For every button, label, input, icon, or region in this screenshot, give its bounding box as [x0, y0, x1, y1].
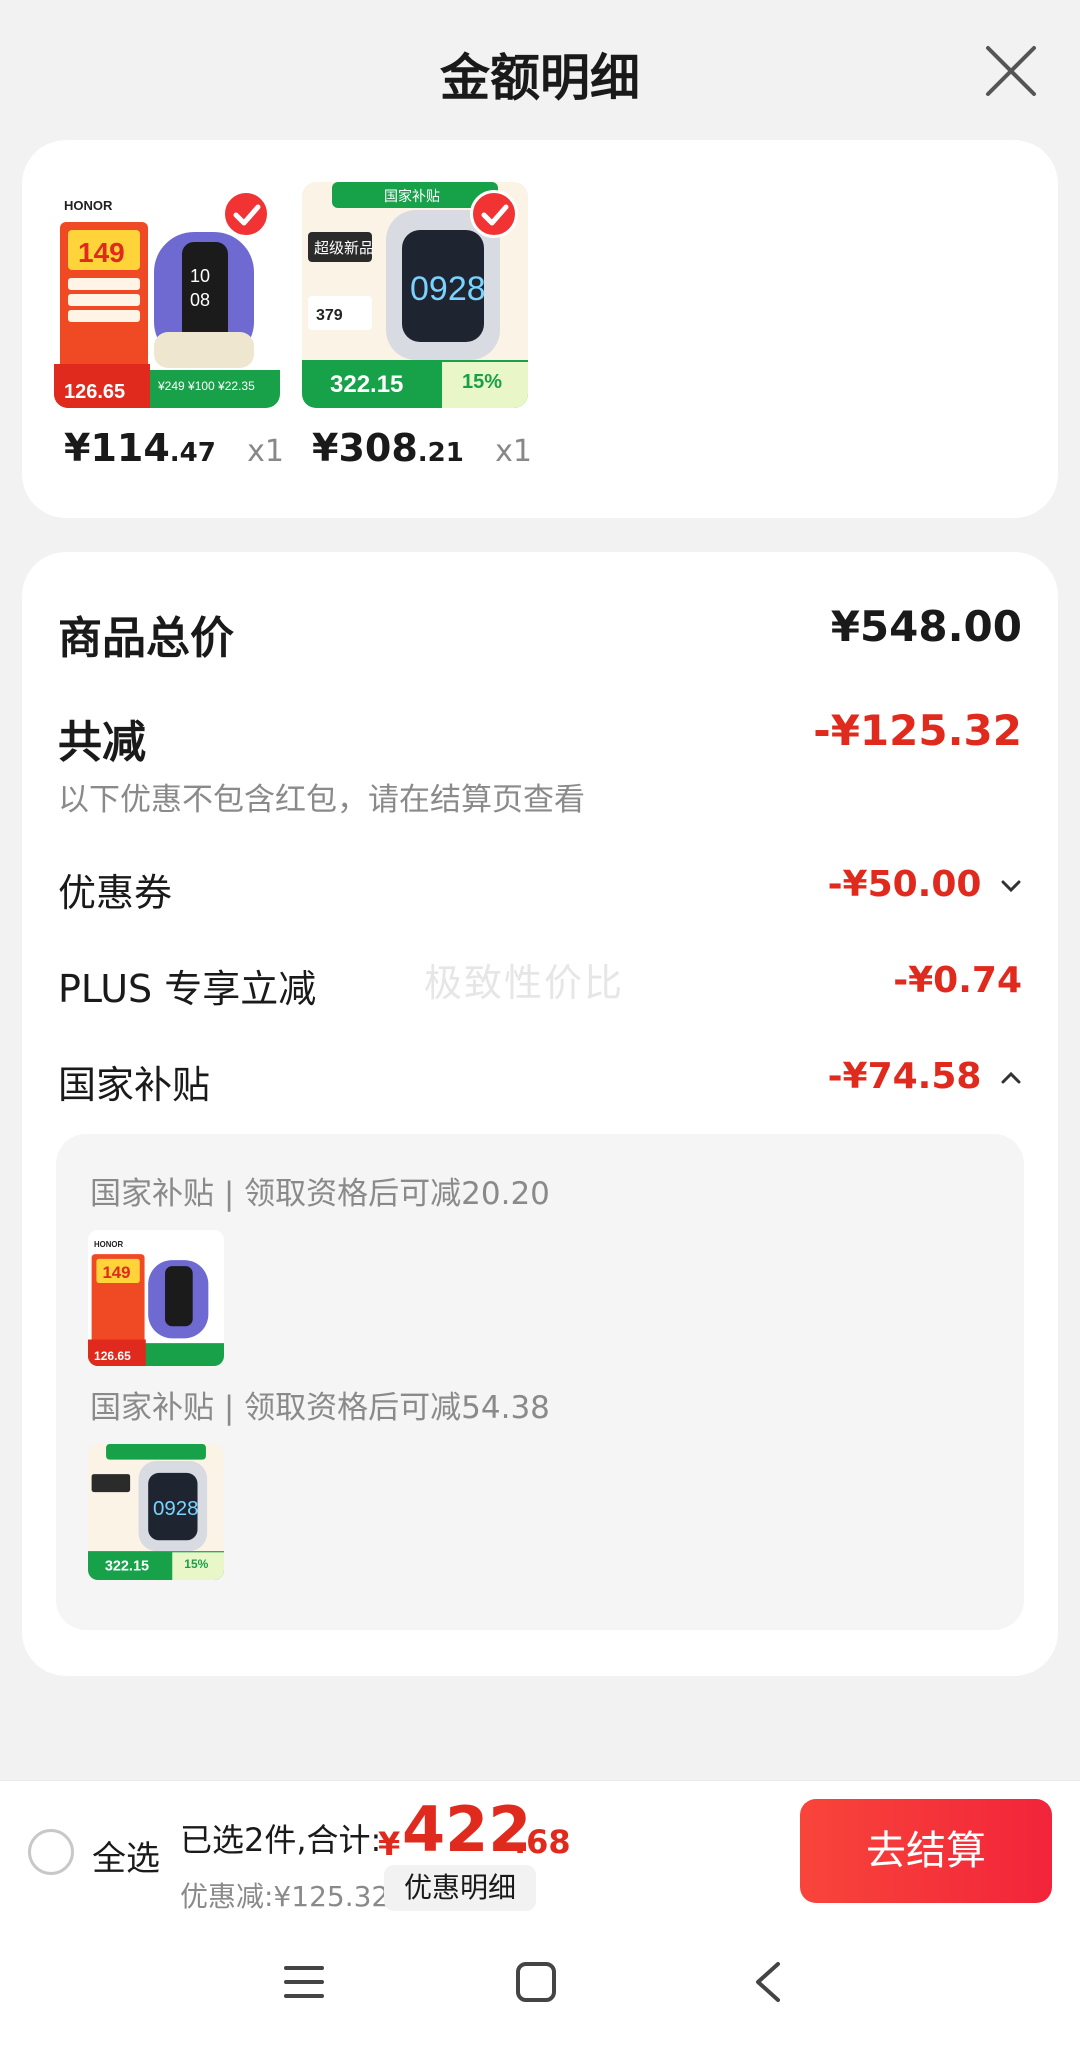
- system-nav-bar: [0, 1920, 1080, 2052]
- chevron-up-icon[interactable]: [1000, 1071, 1022, 1085]
- coupon-row[interactable]: 优惠券 -¥50.00: [58, 862, 1022, 917]
- svg-text:322.15: 322.15: [105, 1558, 149, 1574]
- close-icon[interactable]: [980, 40, 1042, 102]
- product-quantity: x1: [247, 434, 284, 469]
- total-amount-integer: 422: [402, 1793, 532, 1866]
- subsidy-product-thumbnail: HONOR 149 126.65: [88, 1230, 224, 1366]
- svg-text:08: 08: [190, 290, 210, 310]
- amount-detail-sheet: 金额明细 HONOR 149 10 08 126.65 ¥249 ¥100 ¥2…: [0, 0, 1080, 1780]
- reduction-note: 以下优惠不包含红包，请在结算页查看: [58, 774, 1022, 819]
- svg-text:HONOR: HONOR: [94, 1240, 123, 1249]
- svg-text:379: 379: [316, 307, 343, 324]
- reduction-note-text: 以下优惠不包含红包，请在结算页查看: [58, 782, 585, 818]
- sheet-header: 金额明细: [0, 0, 1080, 140]
- national-subsidy-value[interactable]: -¥74.58: [828, 1056, 1022, 1097]
- select-all-radio[interactable]: [28, 1829, 74, 1875]
- svg-text:126.65: 126.65: [64, 381, 125, 403]
- product-quantity: x1: [495, 434, 532, 469]
- subsidy-detail-line: 国家补贴 | 领取资格后可减54.38: [90, 1390, 550, 1426]
- plus-discount-value: -¥0.74: [893, 960, 1022, 1001]
- total-reduction-label: 共减: [58, 717, 146, 768]
- svg-text:126.65: 126.65: [94, 1349, 131, 1363]
- svg-text:149: 149: [78, 237, 125, 268]
- product-price: ¥114.47: [64, 426, 216, 470]
- coupon-label: 优惠券: [58, 871, 173, 915]
- back-icon[interactable]: [748, 1960, 792, 2008]
- sheet-title: 金额明细: [440, 49, 640, 107]
- product-item[interactable]: 国家补贴 超级新品 379 0928 322.15 15% ¥308.21 x1: [302, 182, 542, 470]
- subsidy-product-thumbnail: 0928 322.15 15%: [88, 1444, 224, 1580]
- svg-text:0928: 0928: [410, 270, 486, 308]
- subsidy-detail-box: 国家补贴 | 领取资格后可减20.20 HONOR 149 126.65 国家补…: [56, 1134, 1024, 1630]
- svg-text:超级新品: 超级新品: [314, 240, 374, 257]
- product-item[interactable]: HONOR 149 10 08 126.65 ¥249 ¥100 ¥22.35 …: [54, 182, 294, 470]
- svg-text:322.15: 322.15: [330, 371, 403, 398]
- product-thumbnail-xiaomi-band[interactable]: 国家补贴 超级新品 379 0928 322.15 15%: [302, 182, 528, 408]
- product-price-row: ¥308.21 x1: [302, 426, 542, 482]
- discount-summary-text: 优惠减:¥125.32: [180, 1880, 390, 1913]
- svg-text:¥249 ¥100 ¥22.35: ¥249 ¥100 ¥22.35: [157, 379, 255, 393]
- plus-discount-label: PLUS 专享立减: [58, 967, 317, 1011]
- product-price-row: ¥114.47 x1: [54, 426, 294, 482]
- national-subsidy-label: 国家补贴: [58, 1063, 211, 1107]
- svg-text:149: 149: [102, 1263, 130, 1282]
- total-amount-decimal: .68: [514, 1823, 571, 1861]
- svg-text:国家补贴: 国家补贴: [384, 188, 440, 204]
- subsidy-detail-line: 国家补贴 | 领取资格后可减20.20: [90, 1176, 550, 1212]
- total-reduction-row: 共减 -¥125.32: [58, 706, 1022, 770]
- product-thumbnail-honor-band[interactable]: HONOR 149 10 08 126.65 ¥249 ¥100 ¥22.35: [54, 182, 280, 408]
- svg-text:15%: 15%: [462, 371, 502, 393]
- select-all-label[interactable]: 全选: [92, 1831, 160, 1880]
- svg-text:10: 10: [190, 266, 210, 286]
- checkout-button[interactable]: 去结算: [800, 1799, 1052, 1903]
- selected-check-icon[interactable]: [470, 190, 518, 238]
- svg-text:0928: 0928: [153, 1497, 199, 1520]
- checkout-bar: 全选 已选2件,合计: ¥ 422 .68 优惠减:¥125.32 优惠明细 去…: [0, 1780, 1080, 1920]
- chevron-down-icon[interactable]: [1000, 879, 1022, 893]
- svg-text:HONOR: HONOR: [64, 198, 113, 213]
- selected-count-text: 已选2件,合计:: [180, 1821, 382, 1859]
- national-subsidy-row[interactable]: 国家补贴 -¥74.58: [58, 1054, 1022, 1109]
- total-currency: ¥: [378, 1825, 401, 1863]
- total-reduction-value: -¥125.32: [813, 706, 1022, 755]
- total-price-value: ¥548.00: [830, 602, 1022, 651]
- total-price-label: 商品总价: [58, 613, 234, 664]
- price-summary-card: 商品总价 ¥548.00 共减 -¥125.32 以下优惠不包含红包，请在结算页…: [22, 552, 1058, 1676]
- coupon-value[interactable]: -¥50.00: [828, 864, 1022, 905]
- selected-check-icon[interactable]: [222, 190, 270, 238]
- product-price: ¥308.21: [312, 426, 464, 470]
- menu-icon[interactable]: [282, 1960, 326, 2008]
- svg-text:15%: 15%: [184, 1557, 208, 1571]
- products-card: HONOR 149 10 08 126.65 ¥249 ¥100 ¥22.35 …: [22, 140, 1058, 518]
- total-price-row: 商品总价 ¥548.00: [58, 602, 1022, 666]
- home-icon[interactable]: [514, 1960, 558, 2008]
- watermark-text: 极致性价比: [424, 961, 625, 1005]
- discount-detail-button[interactable]: 优惠明细: [384, 1865, 537, 1911]
